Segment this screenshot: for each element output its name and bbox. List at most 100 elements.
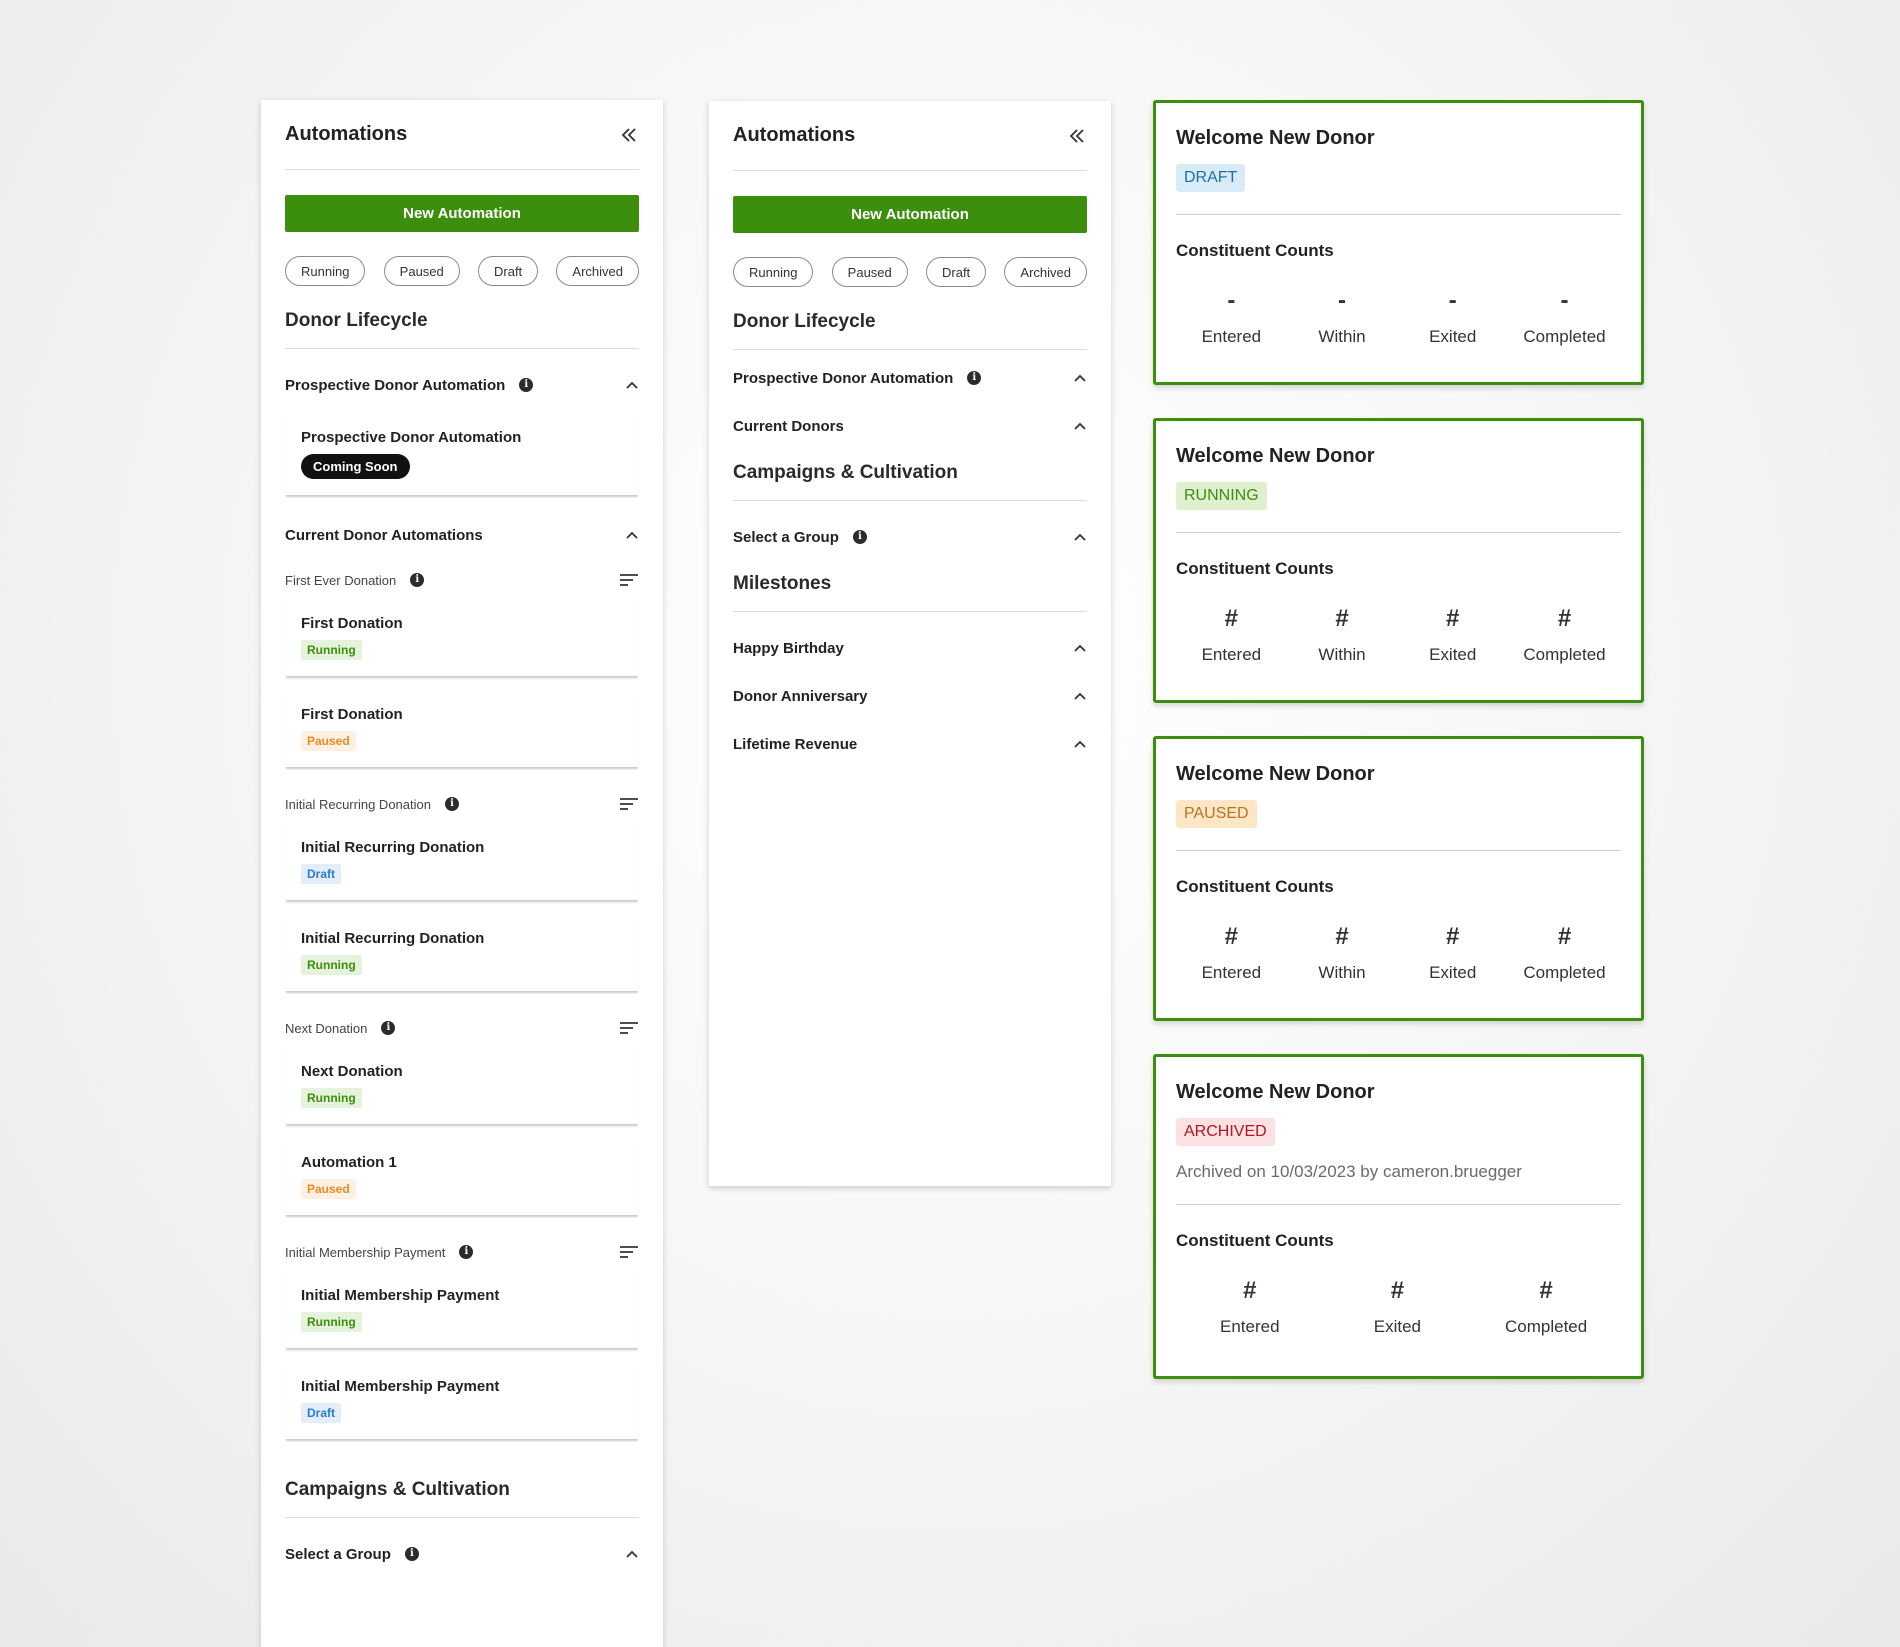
automation-detail-card-draft[interactable]: Welcome New Donor DRAFT Constituent Coun… bbox=[1153, 100, 1644, 385]
group-label: Current Donors bbox=[733, 417, 844, 435]
sort-icon[interactable] bbox=[619, 573, 639, 587]
automation-card[interactable]: Automation 1 Paused bbox=[285, 1140, 639, 1215]
automation-card[interactable]: First Donation Running bbox=[285, 601, 639, 676]
subgroup-initial-recurring-donation: Initial Recurring Donation i bbox=[285, 783, 639, 825]
chevron-up-icon[interactable] bbox=[625, 1547, 639, 1561]
chevron-up-icon[interactable] bbox=[1073, 530, 1087, 544]
chevron-up-icon[interactable] bbox=[1073, 689, 1087, 703]
status-badge: Draft bbox=[301, 864, 342, 884]
card-title: Prospective Donor Automation bbox=[301, 429, 522, 446]
info-icon[interactable]: i bbox=[967, 371, 982, 385]
card-title: Initial Recurring Donation bbox=[301, 930, 485, 947]
status-badge: Running bbox=[301, 955, 362, 975]
group-current-donor-automations[interactable]: Current Donor Automations bbox=[285, 511, 639, 559]
filter-draft[interactable]: Draft bbox=[926, 257, 987, 287]
group-label: Lifetime Revenue bbox=[733, 735, 858, 753]
count-label: Within bbox=[1318, 963, 1366, 982]
chevron-up-icon[interactable] bbox=[1073, 419, 1087, 433]
count-entered: # Entered bbox=[1191, 923, 1271, 983]
automation-card[interactable]: Initial Recurring Donation Running bbox=[285, 916, 639, 991]
status-badge: Running bbox=[301, 1312, 362, 1332]
sort-icon[interactable] bbox=[619, 1245, 639, 1259]
status-filter-row: Running Paused Draft Archived bbox=[733, 257, 1087, 287]
sort-icon[interactable] bbox=[619, 1021, 639, 1035]
chevron-up-icon[interactable] bbox=[1073, 737, 1087, 751]
chevron-up-icon[interactable] bbox=[1073, 641, 1087, 655]
divider bbox=[1176, 532, 1621, 533]
info-icon[interactable]: i bbox=[410, 573, 425, 587]
status-badge: Paused bbox=[301, 731, 356, 751]
filter-archived[interactable]: Archived bbox=[556, 256, 639, 286]
status-filter-row: Running Paused Draft Archived bbox=[285, 256, 639, 286]
group-current-donors[interactable]: Current Donors bbox=[733, 402, 1087, 450]
double-chevron-left-icon[interactable] bbox=[619, 125, 639, 145]
group-lifetime-revenue[interactable]: Lifetime Revenue bbox=[733, 720, 1087, 768]
automation-card[interactable]: Prospective Donor Automation Coming Soon bbox=[285, 415, 639, 495]
coming-soon-badge: Coming Soon bbox=[301, 454, 410, 479]
automation-detail-card-running[interactable]: Welcome New Donor RUNNING Constituent Co… bbox=[1153, 418, 1644, 703]
group-prospective-donor[interactable]: Prospective Donor Automation i bbox=[285, 361, 639, 409]
detail-title: Welcome New Donor bbox=[1176, 763, 1375, 785]
count-label: Entered bbox=[1201, 327, 1262, 346]
count-completed: # Completed bbox=[1523, 605, 1605, 665]
filter-running[interactable]: Running bbox=[733, 257, 814, 287]
group-label: Prospective Donor Automation bbox=[733, 369, 954, 387]
status-badge: Draft bbox=[301, 1403, 342, 1423]
automation-card[interactable]: First Donation Paused bbox=[285, 692, 639, 767]
count-entered: - Entered bbox=[1191, 287, 1271, 347]
count-value: - bbox=[1227, 287, 1236, 314]
archived-note: Archived on 10/03/2023 by cameron.bruegg… bbox=[1176, 1162, 1522, 1181]
count-label: Exited bbox=[1429, 645, 1477, 664]
chevron-up-icon[interactable] bbox=[1073, 371, 1087, 385]
count-entered: # Entered bbox=[1191, 605, 1271, 665]
automation-detail-card-paused[interactable]: Welcome New Donor PAUSED Constituent Cou… bbox=[1153, 736, 1644, 1021]
double-chevron-left-icon[interactable] bbox=[1067, 126, 1087, 146]
automation-card[interactable]: Initial Recurring Donation Draft bbox=[285, 825, 639, 900]
automation-card[interactable]: Next Donation Running bbox=[285, 1049, 639, 1124]
info-icon[interactable]: i bbox=[852, 530, 867, 544]
group-select-a-group[interactable]: Select a Group i bbox=[733, 513, 1087, 561]
card-title: Initial Recurring Donation bbox=[301, 839, 485, 856]
count-label: Within bbox=[1318, 327, 1366, 346]
count-value: # bbox=[1557, 605, 1572, 632]
automation-card[interactable]: Initial Membership Payment Running bbox=[285, 1273, 639, 1348]
info-icon[interactable]: i bbox=[459, 1245, 474, 1259]
info-icon[interactable]: i bbox=[381, 1021, 396, 1035]
count-exited: # Exited bbox=[1357, 1277, 1437, 1337]
filter-draft[interactable]: Draft bbox=[478, 256, 539, 286]
sort-icon[interactable] bbox=[619, 797, 639, 811]
panel-title: Automations bbox=[733, 124, 856, 146]
group-happy-birthday[interactable]: Happy Birthday bbox=[733, 624, 1087, 672]
count-value: # bbox=[1557, 923, 1572, 950]
filter-archived[interactable]: Archived bbox=[1004, 257, 1087, 287]
panel-header: Automations bbox=[285, 100, 639, 170]
divider bbox=[1176, 850, 1621, 851]
group-donor-anniversary[interactable]: Donor Anniversary bbox=[733, 672, 1087, 720]
group-select-a-group[interactable]: Select a Group i bbox=[285, 1530, 639, 1578]
filter-paused[interactable]: Paused bbox=[831, 257, 908, 287]
counts-row: # Entered # Within # Exited # Completed bbox=[1176, 923, 1621, 983]
detail-title: Welcome New Donor bbox=[1176, 127, 1375, 149]
subgroup-initial-membership-payment: Initial Membership Payment i bbox=[285, 1231, 639, 1273]
counts-title: Constituent Counts bbox=[1176, 1231, 1334, 1250]
automation-detail-card-archived[interactable]: Welcome New Donor ARCHIVED Archived on 1… bbox=[1153, 1054, 1644, 1379]
filter-paused[interactable]: Paused bbox=[383, 256, 460, 286]
group-label: Donor Anniversary bbox=[733, 687, 868, 705]
count-value: # bbox=[1224, 605, 1239, 632]
chevron-up-icon[interactable] bbox=[625, 378, 639, 392]
count-label: Exited bbox=[1373, 1317, 1422, 1336]
counts-row: # Entered # Within # Exited # Completed bbox=[1176, 605, 1621, 665]
count-value: - bbox=[1338, 287, 1347, 314]
panel-title: Automations bbox=[285, 123, 408, 145]
chevron-up-icon[interactable] bbox=[625, 528, 639, 542]
new-automation-button[interactable]: New Automation bbox=[733, 196, 1087, 233]
automation-card[interactable]: Initial Membership Payment Draft bbox=[285, 1364, 639, 1439]
count-entered: # Entered bbox=[1210, 1277, 1290, 1337]
info-icon[interactable]: i bbox=[519, 378, 534, 392]
info-icon[interactable]: i bbox=[444, 797, 459, 811]
detail-title: Welcome New Donor bbox=[1176, 1081, 1375, 1103]
info-icon[interactable]: i bbox=[404, 1547, 419, 1561]
new-automation-button[interactable]: New Automation bbox=[285, 195, 639, 232]
filter-running[interactable]: Running bbox=[285, 256, 366, 286]
group-prospective-donor[interactable]: Prospective Donor Automation i bbox=[733, 354, 1087, 402]
